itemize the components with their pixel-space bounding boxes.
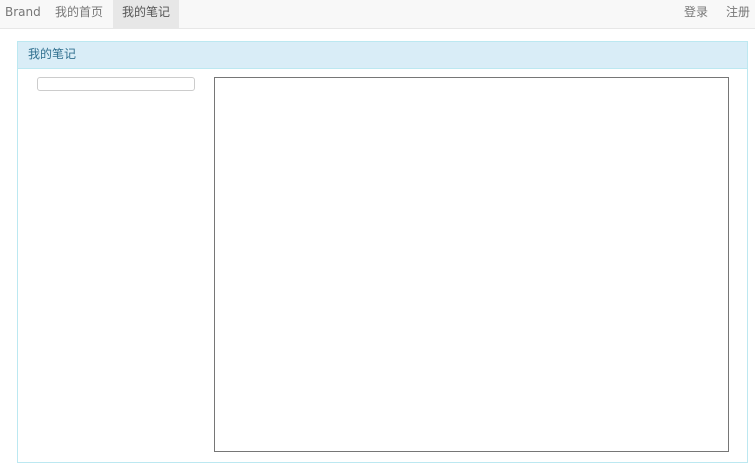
nav-item-home[interactable]: 我的首页	[55, 0, 103, 28]
note-search-input[interactable]	[37, 77, 195, 91]
nav-item-my-notes[interactable]: 我的笔记	[113, 0, 179, 28]
top-navbar: Brand 我的首页 我的笔记 登录 注册	[0, 0, 755, 29]
nav-item-login[interactable]: 登录	[684, 0, 708, 28]
brand-link[interactable]: Brand	[5, 0, 41, 28]
nav-item-register[interactable]: 注册	[726, 0, 750, 28]
notes-panel: 我的笔记	[17, 41, 748, 463]
panel-title: 我的笔记	[18, 42, 747, 69]
note-editor-textarea[interactable]	[214, 77, 729, 452]
